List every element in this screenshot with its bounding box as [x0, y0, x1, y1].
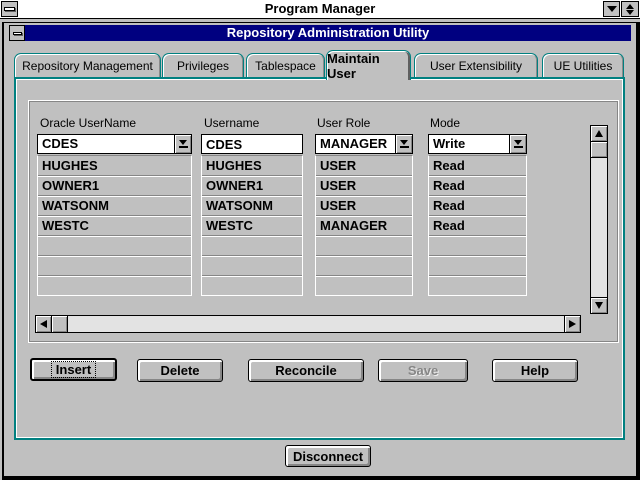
- tab-user-extensibility[interactable]: User Extensibility: [414, 53, 538, 77]
- insert-button[interactable]: Insert: [30, 358, 117, 381]
- save-button[interactable]: Save: [378, 359, 468, 382]
- grid-cell[interactable]: OWNER1: [38, 175, 191, 195]
- grid-cell[interactable]: [202, 255, 302, 275]
- grid-cell[interactable]: [38, 235, 191, 255]
- grid-cell[interactable]: Read: [429, 195, 526, 215]
- tab-ue-utilities[interactable]: UE Utilities: [542, 53, 624, 77]
- username-column-rows: HUGHES OWNER1 WATSONM WESTC: [201, 155, 303, 296]
- grid-cell[interactable]: Read: [429, 215, 526, 235]
- column-header-oracle-username: Oracle UserName: [40, 116, 136, 130]
- mode-column-rows: Read Read Read Read: [428, 155, 527, 296]
- column-header-user-role: User Role: [317, 116, 370, 130]
- minimize-icon: [607, 6, 617, 12]
- scroll-left-button[interactable]: [35, 315, 52, 333]
- combo-arrow-icon: [400, 140, 408, 145]
- tab-tablespace[interactable]: Tablespace: [246, 53, 325, 77]
- oracle-username-dropdown-button[interactable]: [174, 135, 191, 153]
- app-titlebar[interactable]: Repository Administration Utility: [25, 25, 631, 41]
- grid-cell[interactable]: [316, 275, 412, 295]
- grid-cell[interactable]: USER: [316, 195, 412, 215]
- restore-down-icon: [626, 10, 634, 15]
- grid-cell[interactable]: [429, 255, 526, 275]
- scroll-down-icon: [595, 302, 603, 309]
- grid-cell[interactable]: [429, 235, 526, 255]
- column-header-username: Username: [204, 116, 259, 130]
- oracle-username-combobox[interactable]: CDES: [37, 134, 192, 154]
- grid-cell[interactable]: OWNER1: [202, 175, 302, 195]
- tab-repository-management[interactable]: Repository Management: [14, 53, 161, 77]
- scroll-right-icon: [569, 320, 576, 328]
- combo-arrow-icon: [179, 140, 187, 145]
- reconcile-button[interactable]: Reconcile: [248, 359, 364, 382]
- program-manager-restore-button[interactable]: [621, 1, 639, 17]
- scroll-right-button[interactable]: [564, 315, 581, 333]
- disconnect-button[interactable]: Disconnect: [285, 445, 371, 467]
- grid-cell[interactable]: [316, 255, 412, 275]
- tab-privileges[interactable]: Privileges: [162, 53, 244, 77]
- grid-cell[interactable]: [38, 255, 191, 275]
- insert-button-label: Insert: [51, 361, 96, 378]
- oracle-username-column-rows: HUGHES OWNER1 WATSONM WESTC: [37, 155, 192, 296]
- grid-cell[interactable]: Read: [429, 156, 526, 175]
- program-manager-control-menu-button[interactable]: [1, 1, 18, 17]
- scroll-left-icon: [40, 320, 47, 328]
- vertical-scrollbar[interactable]: [590, 125, 608, 314]
- grid-cell[interactable]: MANAGER: [316, 215, 412, 235]
- oracle-username-value: CDES: [38, 135, 191, 153]
- grid-cell[interactable]: [316, 235, 412, 255]
- grid-cell[interactable]: WESTC: [38, 215, 191, 235]
- grid-cell[interactable]: Read: [429, 175, 526, 195]
- control-menu-icon: [4, 7, 15, 11]
- grid-cell[interactable]: USER: [316, 175, 412, 195]
- grid-cell[interactable]: USER: [316, 156, 412, 175]
- grid-cell[interactable]: HUGHES: [202, 156, 302, 175]
- restore-up-icon: [626, 4, 634, 9]
- horizontal-scrollbar[interactable]: [35, 315, 581, 333]
- combo-arrow-underline-icon: [400, 146, 409, 148]
- grid-cell[interactable]: [202, 235, 302, 255]
- grid-cell[interactable]: WESTC: [202, 215, 302, 235]
- control-menu-icon: [13, 32, 22, 35]
- username-field[interactable]: [201, 134, 303, 154]
- tab-maintain-user[interactable]: Maintain User: [326, 50, 411, 80]
- delete-button[interactable]: Delete: [137, 359, 223, 382]
- grid-cell[interactable]: [429, 275, 526, 295]
- combo-arrow-icon: [514, 140, 522, 145]
- screen: Program Manager Repository Administratio…: [0, 0, 640, 480]
- scroll-up-icon: [595, 130, 603, 137]
- grid-cell[interactable]: [202, 275, 302, 295]
- scroll-down-button[interactable]: [590, 297, 608, 314]
- program-manager-title: Program Manager: [0, 0, 640, 18]
- combo-arrow-underline-icon: [179, 146, 188, 148]
- mode-dropdown-button[interactable]: [509, 135, 526, 153]
- user-role-column-rows: USER USER USER MANAGER: [315, 155, 413, 296]
- user-role-dropdown-button[interactable]: [395, 135, 412, 153]
- combo-arrow-underline-icon: [514, 146, 523, 148]
- grid-cell[interactable]: WATSONM: [202, 195, 302, 215]
- user-role-combobox[interactable]: MANAGER: [315, 134, 413, 154]
- column-header-mode: Mode: [430, 116, 460, 130]
- mode-combobox[interactable]: Write: [428, 134, 527, 154]
- app-control-menu-button[interactable]: [9, 25, 25, 41]
- grid-cell[interactable]: WATSONM: [38, 195, 191, 215]
- vertical-scrollbar-thumb[interactable]: [590, 141, 608, 158]
- horizontal-scrollbar-thumb[interactable]: [51, 315, 68, 333]
- grid-cell[interactable]: HUGHES: [38, 156, 191, 175]
- help-button[interactable]: Help: [492, 359, 578, 382]
- grid-cell[interactable]: [38, 275, 191, 295]
- scroll-up-button[interactable]: [590, 125, 608, 142]
- program-manager-minimize-button[interactable]: [603, 1, 620, 17]
